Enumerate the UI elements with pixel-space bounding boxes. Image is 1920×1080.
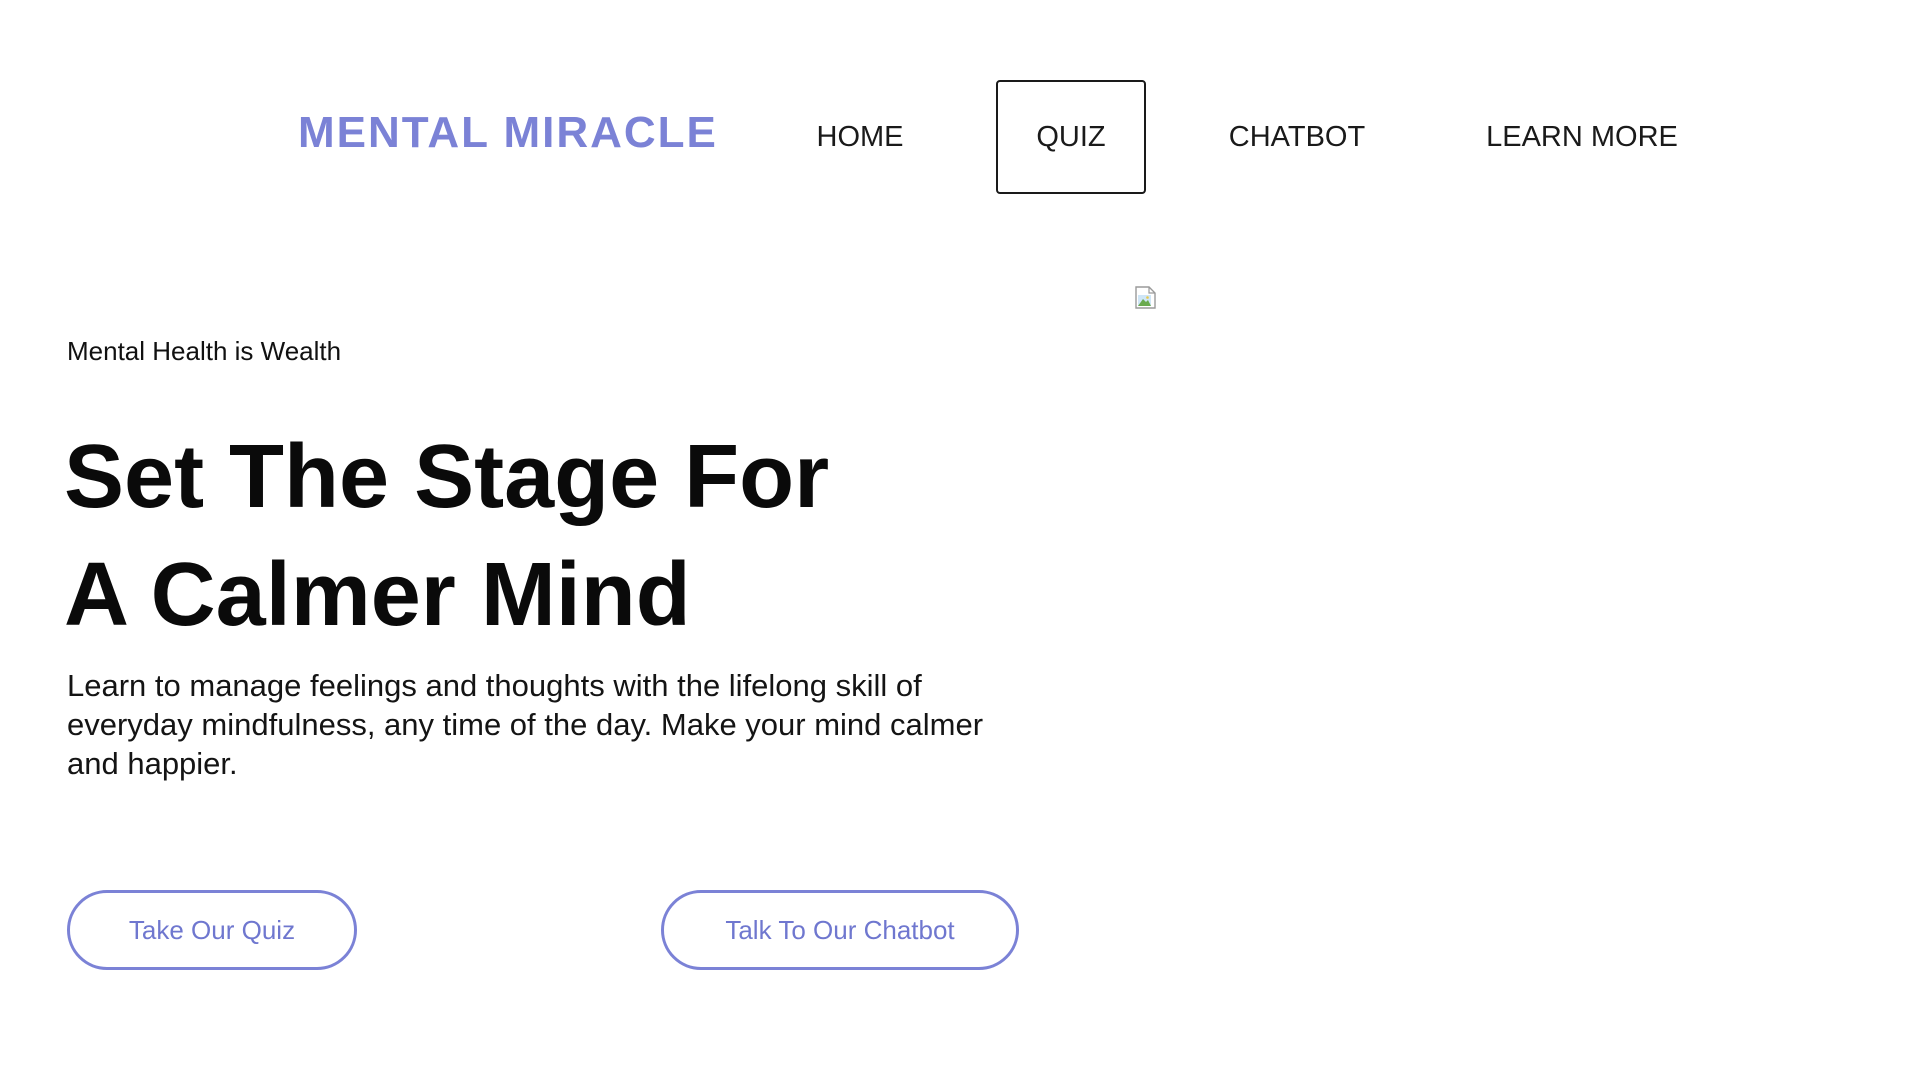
- nav-chatbot[interactable]: CHATBOT: [1212, 80, 1382, 194]
- nav-home[interactable]: HOME: [790, 80, 930, 194]
- talk-to-chatbot-button[interactable]: Talk To Our Chatbot: [661, 890, 1019, 970]
- brand-logo[interactable]: MENTAL MIRACLE: [298, 108, 718, 158]
- broken-image-icon: [1134, 286, 1158, 310]
- hero-headline-line-2: A Calmer Mind: [64, 545, 691, 645]
- nav-learn-more[interactable]: LEARN MORE: [1468, 80, 1696, 194]
- hero-description: Learn to manage feelings and thoughts wi…: [67, 668, 984, 781]
- hero-tagline: Mental Health is Wealth: [67, 336, 342, 366]
- landing-page: MENTAL MIRACLE HOME QUIZ CHATBOT LEARN M…: [0, 0, 1920, 1080]
- hero-headline-line-1: Set The Stage For: [64, 427, 830, 527]
- nav-quiz[interactable]: QUIZ: [996, 80, 1146, 194]
- hero-headline: Set The Stage For A Calmer Mind: [64, 418, 1004, 654]
- take-quiz-button[interactable]: Take Our Quiz: [67, 890, 357, 970]
